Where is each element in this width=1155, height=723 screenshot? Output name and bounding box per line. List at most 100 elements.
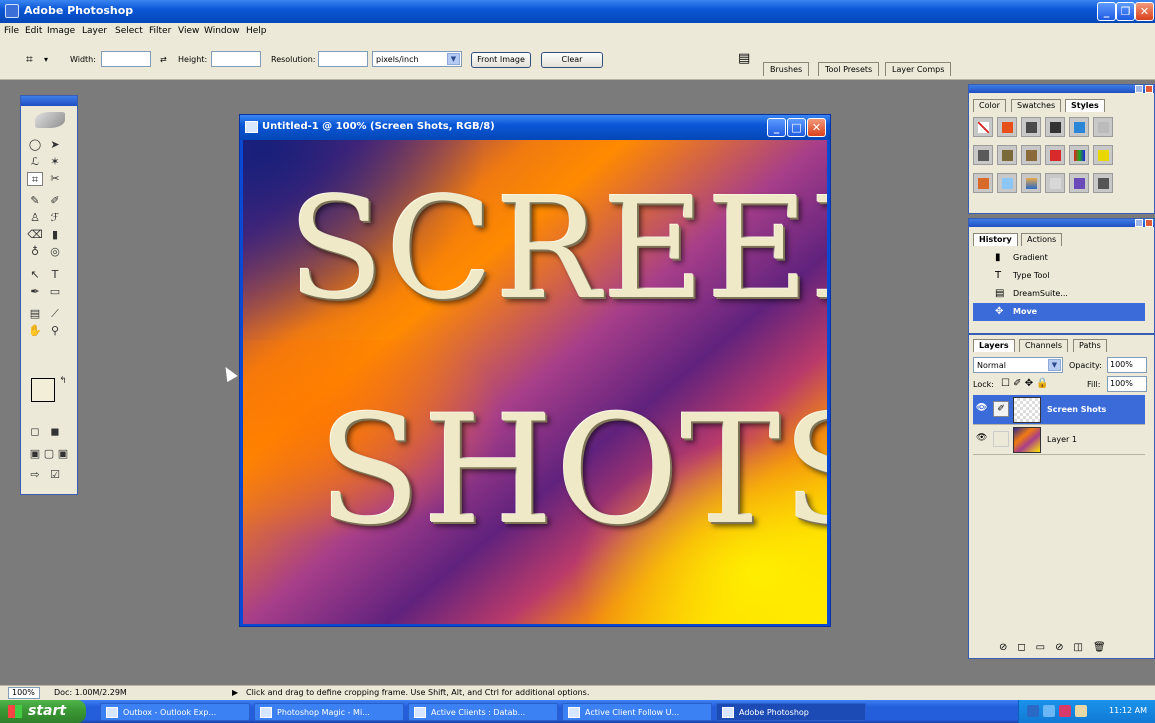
menu-select[interactable]: Select	[115, 26, 143, 36]
tray-app2-icon[interactable]	[1075, 705, 1087, 717]
blur-tool-icon[interactable]: ♁	[27, 245, 43, 259]
front-image-button[interactable]: Front Image	[471, 52, 531, 68]
tab-layers[interactable]: Layers	[973, 339, 1015, 352]
crop-tool-icon[interactable]: ⌗	[26, 52, 33, 67]
history-item-dreamsuite[interactable]: ▤ DreamSuite...	[973, 285, 1145, 303]
lasso-tool-icon[interactable]: ℒ	[27, 155, 43, 169]
lock-icons[interactable]: ☐ ✐ ✥ 🔒	[1001, 378, 1049, 389]
height-field[interactable]	[211, 51, 261, 67]
foreground-color-swatch[interactable]	[31, 378, 55, 402]
style-swatch[interactable]	[997, 145, 1017, 165]
styles-panel-header[interactable]	[969, 85, 1154, 93]
panel-close-icon[interactable]	[1145, 219, 1153, 227]
dodge-tool-icon[interactable]: ◎	[47, 245, 63, 259]
tab-history[interactable]: History	[973, 233, 1018, 246]
tab-paths[interactable]: Paths	[1073, 339, 1107, 352]
task-adobe-photoshop[interactable]: Adobe Photoshop	[716, 703, 866, 721]
style-swatch[interactable]	[1045, 117, 1065, 137]
tab-channels[interactable]: Channels	[1019, 339, 1069, 352]
document-titlebar[interactable]: Untitled-1 @ 100% (Screen Shots, RGB/8) …	[240, 115, 830, 140]
layer-actions-icons[interactable]: ⊘◻▭⊘◫🗑	[999, 642, 1116, 653]
history-item-type-tool[interactable]: T Type Tool	[973, 267, 1145, 285]
zoom-tool-icon[interactable]: ⚲	[47, 324, 63, 338]
history-brush-tool-icon[interactable]: ℱ	[47, 211, 63, 225]
panel-close-icon[interactable]	[1145, 85, 1153, 93]
doc-close-button[interactable]: ✕	[807, 118, 826, 137]
gradient-tool-icon[interactable]: ▮	[47, 228, 63, 242]
style-none-swatch[interactable]	[973, 117, 993, 137]
tab-color[interactable]: Color	[973, 99, 1006, 112]
tab-styles[interactable]: Styles	[1065, 99, 1105, 112]
type-tool-icon[interactable]: T	[47, 268, 63, 282]
clone-stamp-tool-icon[interactable]: ♙	[27, 211, 43, 225]
marquee-tool-icon[interactable]: ◯	[27, 138, 43, 152]
menu-image[interactable]: Image	[47, 26, 75, 36]
tab-actions[interactable]: Actions	[1021, 233, 1063, 246]
move-tool-icon[interactable]: ➤	[47, 138, 63, 152]
menu-view[interactable]: View	[178, 26, 199, 36]
style-swatch[interactable]	[1021, 145, 1041, 165]
menu-help[interactable]: Help	[246, 26, 267, 36]
tab-brushes[interactable]: Brushes	[763, 62, 810, 76]
doc-minimize-button[interactable]: _	[767, 118, 786, 137]
volume-icon[interactable]	[1043, 705, 1055, 717]
style-swatch[interactable]	[1045, 145, 1065, 165]
standard-mode-icon[interactable]: ◻	[27, 425, 43, 439]
clear-button[interactable]: Clear	[541, 52, 603, 68]
path-selection-tool-icon[interactable]: ↖	[27, 268, 43, 282]
tab-tool-presets[interactable]: Tool Presets	[818, 62, 880, 76]
doc-maximize-button[interactable]: □	[787, 118, 806, 137]
resolution-field[interactable]	[318, 51, 368, 67]
resolution-unit-select[interactable]: pixels/inch ▼	[372, 51, 462, 67]
blend-mode-select[interactable]: Normal ▼	[973, 357, 1063, 373]
minimize-button[interactable]: _	[1097, 2, 1116, 21]
healing-brush-tool-icon[interactable]: ✎	[27, 194, 43, 208]
history-panel-header[interactable]	[969, 219, 1154, 227]
panel-minimize-icon[interactable]	[1135, 85, 1143, 93]
menu-layer[interactable]: Layer	[82, 26, 107, 36]
layer-row-screen-shots[interactable]: 👁 ✐ Screen Shots	[973, 395, 1145, 425]
style-swatch[interactable]	[973, 173, 993, 193]
tool-preset-chevron-icon[interactable]: ▾	[44, 55, 48, 64]
hand-tool-icon[interactable]: ✋	[27, 324, 43, 338]
close-button[interactable]: ✕	[1135, 2, 1154, 21]
style-swatch[interactable]	[1069, 145, 1089, 165]
crop-tool-icon[interactable]: ⌗	[27, 172, 43, 186]
style-swatch[interactable]	[1069, 117, 1089, 137]
task-photoshop-magic[interactable]: Photoshop Magic - Mi...	[254, 703, 404, 721]
checkbox-icon[interactable]: ☑	[47, 468, 63, 482]
menu-edit[interactable]: Edit	[25, 26, 42, 36]
style-swatch[interactable]	[973, 145, 993, 165]
style-swatch[interactable]	[1021, 117, 1041, 137]
swap-colors-icon[interactable]: ↰	[55, 374, 71, 388]
history-item-move[interactable]: ✥ Move	[973, 303, 1145, 321]
notes-tool-icon[interactable]: ▤	[27, 307, 43, 321]
panel-minimize-icon[interactable]	[1135, 219, 1143, 227]
opacity-field[interactable]: 100%	[1107, 357, 1147, 373]
status-arrow-icon[interactable]: ▶	[232, 688, 238, 697]
style-swatch[interactable]	[997, 173, 1017, 193]
style-swatch[interactable]	[1093, 145, 1113, 165]
zoom-field[interactable]: 100%	[8, 687, 40, 699]
restore-button[interactable]: ❐	[1116, 2, 1135, 21]
width-field[interactable]	[101, 51, 151, 67]
eraser-tool-icon[interactable]: ⌫	[27, 228, 43, 242]
fill-field[interactable]: 100%	[1107, 376, 1147, 392]
task-active-clients[interactable]: Active Clients : Datab...	[408, 703, 558, 721]
slice-tool-icon[interactable]: ✂	[47, 172, 63, 186]
screen-mode-full-icon[interactable]: ▣	[55, 447, 71, 461]
magic-wand-tool-icon[interactable]: ✶	[47, 155, 63, 169]
swap-icon[interactable]: ⇄	[160, 55, 167, 64]
style-swatch[interactable]	[1069, 173, 1089, 193]
quick-mask-mode-icon[interactable]: ◼	[47, 425, 63, 439]
image-canvas[interactable]: SCREEN SHOTS	[243, 140, 827, 624]
task-active-client-follow[interactable]: Active Client Follow U...	[562, 703, 712, 721]
style-swatch[interactable]	[1093, 117, 1113, 137]
menu-window[interactable]: Window	[204, 26, 240, 36]
style-swatch[interactable]	[997, 117, 1017, 137]
eye-icon[interactable]: 👁	[976, 403, 990, 415]
shape-tool-icon[interactable]: ▭	[47, 285, 63, 299]
tab-swatches[interactable]: Swatches	[1011, 99, 1062, 112]
menu-filter[interactable]: Filter	[149, 26, 171, 36]
tray-app-icon[interactable]	[1059, 705, 1071, 717]
